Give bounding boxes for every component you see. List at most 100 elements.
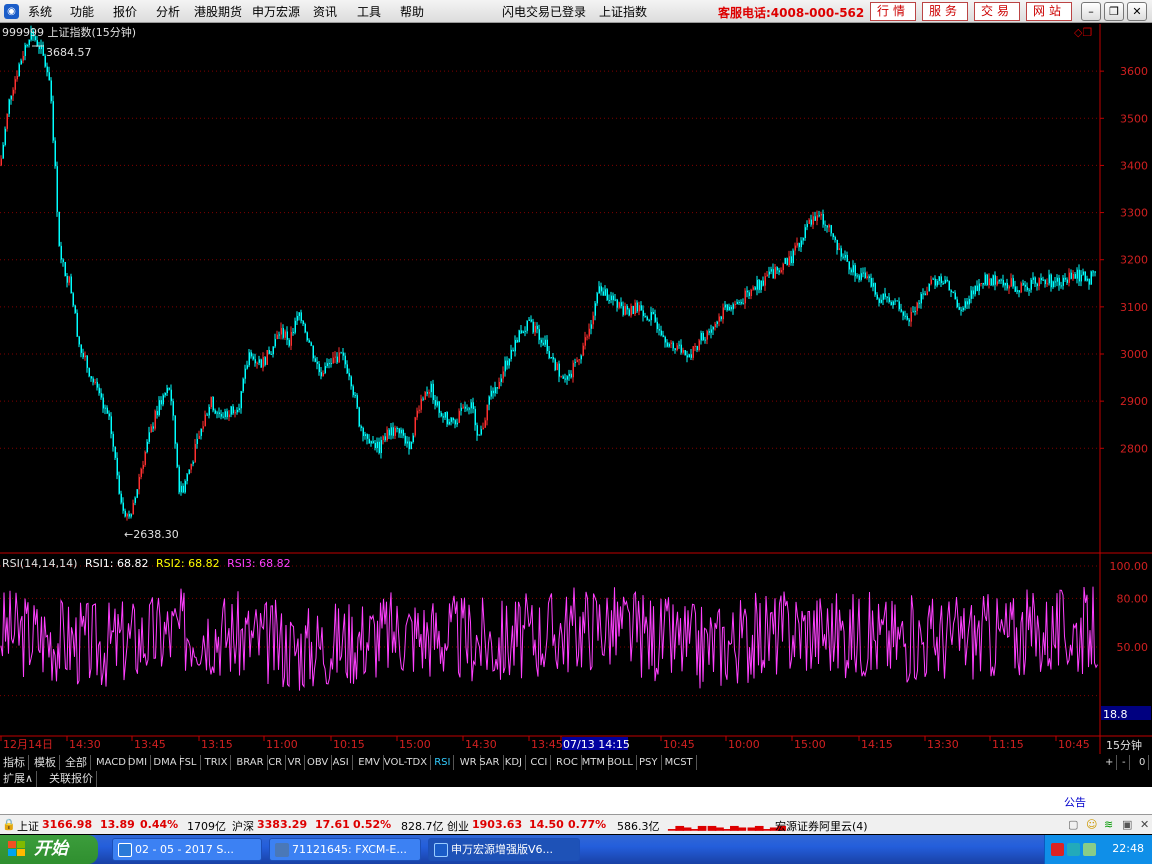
indicator-tab--[interactable]: 模板 — [31, 755, 60, 770]
candle-body — [922, 293, 924, 295]
website-button[interactable]: 网站 — [1026, 2, 1072, 21]
current-index-name: 上证指数 — [599, 5, 648, 19]
expand-tab[interactable]: 扩展∧ — [0, 771, 38, 787]
candle-body — [600, 286, 602, 292]
candle-body — [838, 248, 840, 250]
candle-body — [262, 357, 264, 368]
time-axis-label: 14:30 — [465, 738, 497, 751]
candle-body — [454, 420, 456, 425]
candle-body — [846, 254, 848, 262]
candle-body — [260, 359, 262, 368]
indicator-tab-dmi[interactable]: DMI — [125, 755, 152, 770]
broker-server[interactable]: 宏源证券阿里云(4) — [775, 818, 868, 834]
notice-link[interactable]: 公告 — [1064, 794, 1086, 810]
candle-body — [28, 39, 30, 46]
candle-body — [134, 497, 136, 503]
tray-lock-icon[interactable]: ▣ — [1122, 818, 1132, 831]
indicator-tab-mcst[interactable]: MCST — [662, 755, 697, 770]
menu-system[interactable]: 系统 — [28, 3, 52, 20]
candle-body — [58, 211, 60, 246]
indicator-tab-obv[interactable]: OBV — [304, 755, 333, 770]
taskbar-item-fxcm[interactable]: 71121645: FXCM-E... — [269, 838, 421, 861]
indicator-tab-sar[interactable]: SAR — [476, 755, 504, 770]
indicator-tab-cci[interactable]: CCI — [527, 755, 552, 770]
menu-hk-futures[interactable]: 港股期货 — [194, 3, 242, 20]
tray-note-icon[interactable]: ▢ — [1068, 818, 1078, 831]
zoom-button-out[interactable]: - — [1119, 755, 1130, 770]
hs-name[interactable]: 沪深 — [232, 818, 254, 834]
zoom-button-reset[interactable]: 0 — [1136, 755, 1150, 770]
menu-swhy[interactable]: 申万宏源 — [252, 3, 300, 20]
price-axis-label: 3300 — [1120, 207, 1148, 220]
candle-body — [808, 219, 810, 224]
taskbar-item-label: 71121645: FXCM-E... — [292, 843, 407, 856]
candle-body — [418, 409, 420, 411]
indicator-tab-cr[interactable]: CR — [265, 755, 287, 770]
chart-corner-icons[interactable]: ◇❐ — [1074, 26, 1092, 39]
lock-icon[interactable]: 🔒 — [2, 818, 16, 831]
indicator-tab--[interactable]: 全部 — [62, 755, 91, 770]
candle-body — [830, 225, 832, 234]
candle-body — [244, 368, 246, 379]
candle-body — [386, 429, 388, 441]
kline-chart[interactable]: 3600 3500 3400 3300 3200 3100 3000 2900 2800 100.… — [0, 24, 1152, 754]
indicator-tab-asi[interactable]: ASI — [330, 755, 353, 770]
indicator-tab-vol-tdx[interactable]: VOL-TDX — [381, 755, 432, 770]
candle-body — [774, 267, 776, 279]
indicator-tab-emv[interactable]: EMV — [355, 755, 384, 770]
indicator-tab-rsi[interactable]: RSI — [431, 755, 455, 770]
candle-body — [944, 279, 946, 284]
candle-body — [526, 320, 528, 331]
windows-logo-icon — [8, 841, 25, 856]
candle-body — [152, 426, 154, 429]
indicator-tab-boll[interactable]: BOLL — [604, 755, 637, 770]
candle-body — [116, 457, 118, 476]
candle-body — [164, 392, 166, 396]
tray-signal-icon[interactable]: ≋ — [1104, 818, 1113, 831]
indicator-tab-kdj[interactable]: KDJ — [502, 755, 527, 770]
cy-name[interactable]: 创业 — [447, 818, 469, 834]
candle-body — [222, 416, 224, 418]
candle-body — [634, 302, 636, 314]
zoom-button-in[interactable]: + — [1102, 755, 1118, 770]
start-button[interactable]: 开始 — [0, 835, 98, 864]
time-axis-label: 10:45 — [1058, 738, 1090, 751]
candle-body — [530, 319, 532, 322]
menu-analysis[interactable]: 分析 — [156, 3, 180, 20]
menu-info[interactable]: 资讯 — [313, 3, 337, 20]
candle-body — [1016, 290, 1018, 292]
tray-close-icon[interactable]: ✕ — [1140, 818, 1149, 831]
candle-body — [348, 373, 350, 377]
tray-face-icon[interactable]: ☺ — [1086, 818, 1097, 831]
service-button[interactable]: 服务 — [922, 2, 968, 21]
indicator-tab-psy[interactable]: PSY — [636, 755, 662, 770]
candle-body — [278, 334, 280, 336]
taskbar-item-browser[interactable]: 02 - 05 - 2017 S... — [112, 838, 262, 861]
close-icon[interactable]: ✕ — [1127, 2, 1147, 21]
menu-quote[interactable]: 报价 — [113, 3, 137, 20]
restore-icon[interactable]: ❐ — [1104, 2, 1124, 21]
menu-help[interactable]: 帮助 — [400, 3, 424, 20]
candle-body — [560, 376, 562, 378]
menu-function[interactable]: 功能 — [70, 3, 94, 20]
indicator-tab-vr[interactable]: VR — [285, 755, 306, 770]
indicator-tab-brar[interactable]: BRAR — [233, 755, 268, 770]
taskbar-item-swhy[interactable]: 申万宏源增强版V6... — [428, 838, 580, 861]
candle-body — [814, 216, 816, 221]
indicator-tab-fsl[interactable]: FSL — [176, 755, 201, 770]
trade-button[interactable]: 交易 — [974, 2, 1020, 21]
candle-body — [446, 412, 448, 425]
candle-body — [806, 223, 808, 228]
quote-button[interactable]: 行情 — [870, 2, 916, 21]
indicator-tab--[interactable]: 指标 — [0, 755, 29, 770]
volume-icon[interactable] — [1083, 843, 1096, 856]
indicator-tab-roc[interactable]: ROC — [553, 755, 582, 770]
related-quotes-tab[interactable]: 关联报价 — [46, 771, 97, 787]
red-cross-icon[interactable] — [1051, 843, 1064, 856]
menu-tools[interactable]: 工具 — [357, 3, 381, 20]
indicator-tab-trix[interactable]: TRIX — [202, 755, 232, 770]
sh-name[interactable]: 上证 — [17, 818, 39, 834]
minimize-icon[interactable]: – — [1081, 2, 1101, 21]
system-tray: 22:48 — [1044, 835, 1152, 864]
network-icon[interactable] — [1067, 843, 1080, 856]
